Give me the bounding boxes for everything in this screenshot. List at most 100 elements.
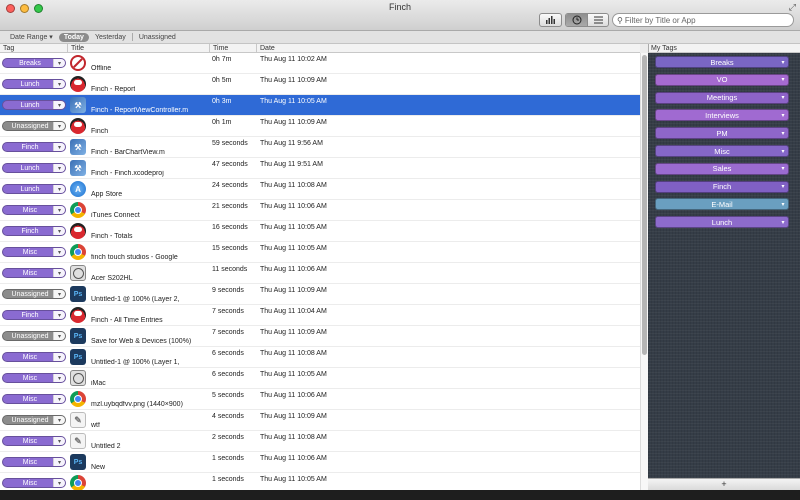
scrollbar-thumb[interactable] — [642, 55, 647, 355]
chart-view-button[interactable] — [540, 14, 561, 26]
filter-unassigned[interactable]: Unassigned — [139, 34, 176, 41]
tag-selector[interactable]: Misc ▾ — [2, 352, 66, 362]
table-row[interactable]: Misc ▾ finch touch studios - Google 15 seco… — [0, 242, 640, 263]
chevron-down-icon[interactable]: ▾ — [778, 112, 788, 119]
tag-selector[interactable]: Lunch ▾ — [2, 184, 66, 194]
my-tag-vo[interactable]: VO ▾ — [655, 73, 789, 86]
row-title: finch touch studios - Google — [91, 254, 178, 261]
tag-selector-label: Unassigned — [11, 416, 49, 424]
tag-selector[interactable]: Finch ▾ — [2, 310, 66, 320]
row-title: Untitled-1 @ 100% (Layer 1, — [91, 359, 180, 366]
tag-selector[interactable]: Unassigned ▾ — [2, 121, 66, 131]
tag-selector[interactable]: Finch ▾ — [2, 226, 66, 236]
table-row[interactable]: Misc ▾ Ps New 1 seconds Thu Aug 11 10:06 AM — [0, 452, 640, 473]
date-range-dropdown[interactable]: Date Range ▾ — [10, 33, 53, 41]
tag-selector[interactable]: Unassigned ▾ — [2, 331, 66, 341]
chevron-down-icon[interactable]: ▾ — [778, 130, 788, 137]
tag-selector[interactable]: Misc ▾ — [2, 205, 66, 215]
tag-selector[interactable]: Misc ▾ — [2, 394, 66, 404]
column-header-title[interactable]: Title — [67, 44, 84, 53]
table-row[interactable]: Lunch ▾ ⚒ Finch - Finch.xcodeproj 47 seconds… — [0, 158, 640, 179]
row-time: 21 seconds — [212, 203, 248, 210]
table-row[interactable]: Misc ▾ iMac 6 seconds Thu Aug 11 10:05 AM — [0, 368, 640, 389]
table-row[interactable]: Unassigned ▾ Ps Untitled-1 @ 100% (Layer 2,… — [0, 284, 640, 305]
table-row[interactable]: Finch ▾ Finch - All Time Entries 7 seconds T… — [0, 305, 640, 326]
filter-today[interactable]: Today — [58, 32, 89, 42]
tag-selector[interactable]: Misc ▾ — [2, 457, 66, 467]
table-row[interactable]: Breaks ▾ Offline 0h 7m Thu Aug 11 10:02 AM — [0, 53, 640, 74]
my-tag-finch[interactable]: Finch ▾ — [655, 180, 789, 193]
table-row[interactable]: Finch ▾ Finch - Totals 16 seconds Thu Aug 11… — [0, 221, 640, 242]
column-header-date[interactable]: Date — [256, 44, 275, 53]
tag-selector[interactable]: Finch ▾ — [2, 142, 66, 152]
row-time: 1 seconds — [212, 455, 244, 462]
tag-selector[interactable]: Lunch ▾ — [2, 163, 66, 173]
table-row[interactable]: Unassigned ▾ Finch 0h 1m Thu Aug 11 10:09 AM — [0, 116, 640, 137]
table-row[interactable]: Lunch ▾ ⚒ Finch - ReportViewController.m 0h … — [0, 95, 640, 116]
table-row[interactable]: Misc ▾ mzl.uybqdfvv.png (1440×900) 5 second… — [0, 389, 640, 410]
chevron-down-icon[interactable]: ▾ — [778, 148, 788, 155]
my-tag-lunch[interactable]: Lunch ▾ — [655, 216, 789, 229]
my-tag-breaks[interactable]: Breaks ▾ — [655, 56, 789, 68]
table-row[interactable]: Unassigned ▾ ✎ wtf 4 seconds Thu Aug 11 10:09… — [0, 410, 640, 431]
tag-selector[interactable]: Misc ▾ — [2, 478, 66, 488]
row-date: Thu Aug 11 10:05 AM — [260, 224, 327, 231]
list-view-button[interactable] — [587, 14, 608, 26]
clock-view-button[interactable] — [566, 14, 587, 26]
table-row[interactable]: Misc ▾ 1 seconds Thu Aug 11 10:05 AM — [0, 473, 640, 490]
table-row[interactable]: Misc ▾ Acer S202HL 11 seconds Thu Aug 11 10:… — [0, 263, 640, 284]
tag-selector[interactable]: Misc ▾ — [2, 247, 66, 257]
my-tag-e-mail[interactable]: E-Mail ▾ — [655, 198, 789, 211]
tag-selector[interactable]: Lunch ▾ — [2, 100, 66, 110]
chevron-down-icon[interactable]: ▾ — [778, 59, 788, 66]
chevron-down-icon[interactable]: ▾ — [778, 76, 788, 83]
tag-selector[interactable]: Misc ▾ — [2, 373, 66, 383]
tag-selector-label: Lunch — [20, 164, 40, 172]
filter-search-input[interactable] — [624, 15, 785, 25]
chevron-down-icon[interactable]: ▾ — [778, 201, 788, 208]
column-header-time[interactable]: Time — [209, 44, 228, 53]
row-time: 9 seconds — [212, 287, 244, 294]
tag-selector[interactable]: Breaks ▾ — [2, 58, 66, 68]
table-row[interactable]: Misc ▾ ✎ Untitled 2 2 seconds Thu Aug 11 10:0… — [0, 431, 640, 452]
add-tag-button[interactable]: + — [648, 478, 800, 490]
table-row[interactable]: Finch ▾ ⚒ Finch - BarChartView.m 59 seconds T… — [0, 137, 640, 158]
table-row[interactable]: Unassigned ▾ Ps Save for Web & Devices (100… — [0, 326, 640, 347]
my-tag-pm[interactable]: PM ▾ — [655, 127, 789, 140]
my-tag-meetings[interactable]: Meetings ▾ — [655, 91, 789, 104]
xcode-app-icon: ⚒ — [70, 139, 86, 155]
tag-selector[interactable]: Lunch ▾ — [2, 79, 66, 89]
chevron-down-icon[interactable]: ▾ — [778, 94, 788, 101]
tag-selector-label: Misc — [22, 374, 38, 382]
table-row[interactable]: Lunch ▾ A App Store 24 seconds Thu Aug 11 10:… — [0, 179, 640, 200]
tag-selector[interactable]: Unassigned ▾ — [2, 415, 66, 425]
my-tag-sales[interactable]: Sales ▾ — [655, 162, 789, 175]
row-title: Save for Web & Devices (100%) — [91, 338, 192, 345]
chevron-down-icon[interactable]: ▾ — [778, 219, 788, 226]
table-row[interactable]: Misc ▾ iTunes Connect 21 seconds Thu Aug 11 … — [0, 200, 640, 221]
my-tag-label: Sales — [712, 164, 732, 174]
chrome-app-icon — [70, 244, 86, 260]
tag-selector-label: Misc — [22, 458, 38, 466]
desktop-strip — [0, 490, 800, 500]
tag-selector-label: Finch — [21, 227, 39, 235]
filter-yesterday[interactable]: Yesterday — [95, 34, 126, 41]
table-row[interactable]: Misc ▾ Ps Untitled-1 @ 100% (Layer 1, 6 seco… — [0, 347, 640, 368]
row-title: App Store — [91, 191, 123, 198]
tag-selector[interactable]: Misc ▾ — [2, 268, 66, 278]
fullscreen-icon[interactable]: ⤢ — [789, 2, 796, 13]
row-date: Thu Aug 11 10:09 AM — [260, 413, 327, 420]
filter-search-field[interactable]: ⚲ — [612, 13, 794, 27]
column-header-tag[interactable]: Tag — [0, 44, 14, 53]
sketch-app-icon: ✎ — [70, 433, 86, 449]
tag-selector[interactable]: Misc ▾ — [2, 436, 66, 446]
chevron-down-icon: ▾ — [53, 374, 65, 382]
my-tag-interviews[interactable]: Interviews ▾ — [655, 109, 789, 122]
table-row[interactable]: Lunch ▾ Finch - Report 0h 5m Thu Aug 11 10:0… — [0, 74, 640, 95]
chevron-down-icon[interactable]: ▾ — [778, 183, 788, 190]
tag-selector[interactable]: Unassigned ▾ — [2, 289, 66, 299]
tag-selector-label: Misc — [22, 395, 38, 403]
my-tag-misc[interactable]: Misc ▾ — [655, 145, 789, 157]
table-scrollbar[interactable] — [640, 53, 648, 490]
chevron-down-icon[interactable]: ▾ — [778, 165, 788, 172]
